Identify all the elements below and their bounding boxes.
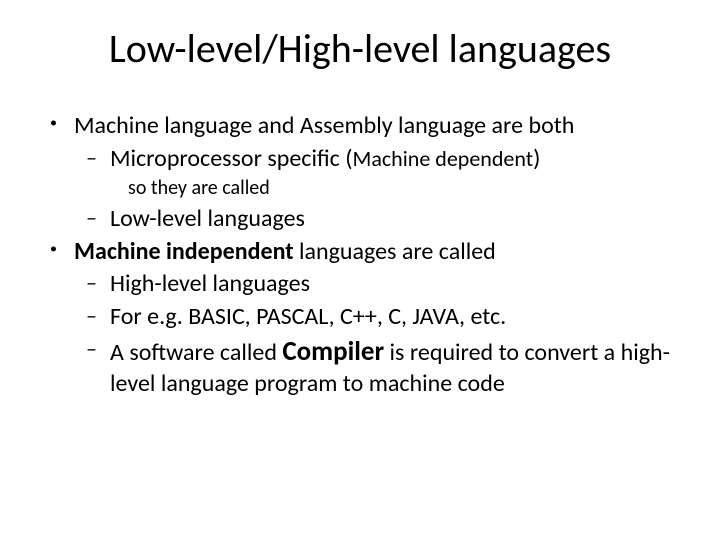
bullet-2b-text: For e.g. BASIC, PASCAL, C++, C, JAVA, et… xyxy=(110,302,680,333)
bullet-1a: – Microprocessor specific (Machine depen… xyxy=(84,144,680,175)
dash-icon: – xyxy=(84,335,110,400)
bullet-1a-text: Microprocessor specific (Machine depende… xyxy=(110,144,680,175)
bullet-2a-text: High-level languages xyxy=(110,269,680,300)
dash-icon: – xyxy=(84,204,110,235)
bullet-1b: – Low-level languages xyxy=(84,204,680,235)
bullet-dot-icon: • xyxy=(48,240,74,271)
dash-icon: – xyxy=(84,302,110,333)
bullet-1a-post: ) xyxy=(533,144,540,173)
bullet-2-bold: Machine independent xyxy=(74,237,294,266)
bullet-2b: – For e.g. BASIC, PASCAL, C++, C, JAVA, … xyxy=(84,302,680,333)
bullet-2c: – A software called Compiler is required… xyxy=(84,335,680,400)
bullet-1a-note: so they are called xyxy=(128,176,680,202)
bullet-2: • Machine independent languages are call… xyxy=(48,237,680,268)
dash-icon: – xyxy=(84,144,110,175)
slide-body: • Machine language and Assembly language… xyxy=(40,111,680,400)
bullet-1b-text: Low-level languages xyxy=(110,204,680,235)
bullet-1a-bold: Machine dependent xyxy=(353,145,534,172)
bullet-1: • Machine language and Assembly language… xyxy=(48,111,680,142)
bullet-2c-bold: Compiler xyxy=(282,335,384,368)
bullet-2-text: Machine independent languages are called xyxy=(74,237,680,268)
bullet-2a: – High-level languages xyxy=(84,269,680,300)
bullet-2-rest: languages are called xyxy=(294,237,496,266)
bullet-dot-icon: • xyxy=(48,114,74,145)
bullet-1-text: Machine language and Assembly language a… xyxy=(74,111,680,142)
bullet-2c-text: A software called Compiler is required t… xyxy=(110,335,680,400)
dash-icon: – xyxy=(84,269,110,300)
slide-title: Low-level/High-level languages xyxy=(40,24,680,73)
bullet-2c-pre: A software called xyxy=(110,338,282,367)
bullet-1a-pre: Microprocessor specific ( xyxy=(110,144,353,173)
